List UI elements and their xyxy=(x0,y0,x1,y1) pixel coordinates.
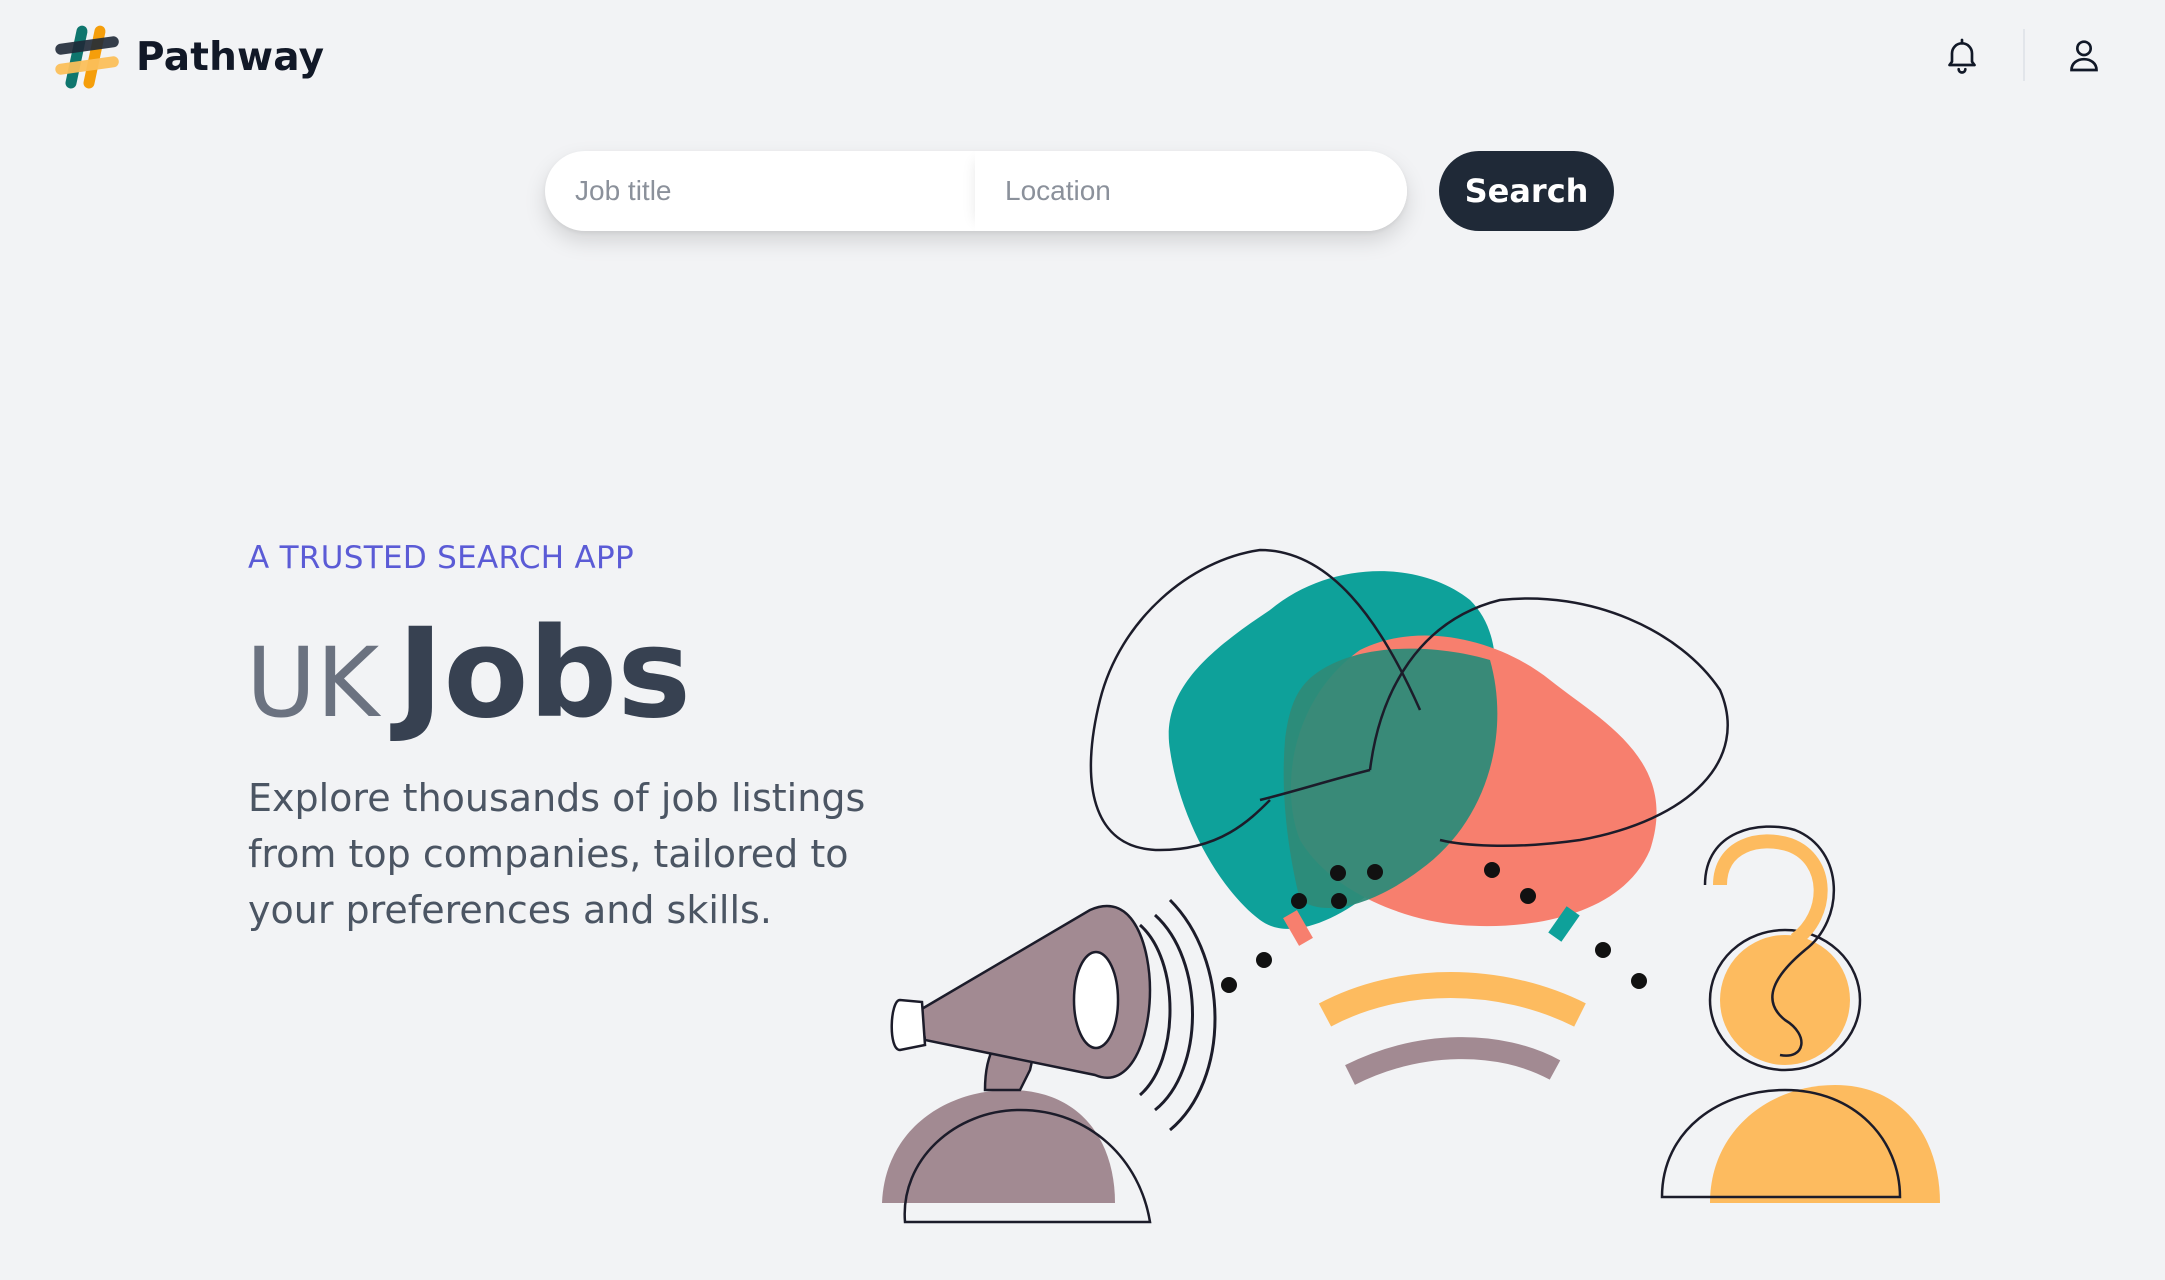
search-bar xyxy=(545,151,1407,231)
notifications-button[interactable] xyxy=(1929,22,1995,88)
hero-title-prefix: UK xyxy=(246,627,380,739)
hero-description: Explore thousands of job listings from t… xyxy=(248,776,866,932)
header-actions xyxy=(1929,22,2117,88)
hero-title-main: Jobs xyxy=(397,602,692,746)
brand[interactable]: Pathway xyxy=(52,22,324,92)
location-input[interactable] xyxy=(975,151,1407,231)
megaphone-and-listener-illustration xyxy=(882,548,1940,1224)
mauve-sound-arc xyxy=(1345,1037,1561,1085)
megaphone-handle xyxy=(890,998,927,1052)
hero-title: UK Jobs xyxy=(246,612,691,736)
page: Pathway Search A TRUSTED SEARCH APP UKJo… xyxy=(0,0,2165,1280)
brand-name: Pathway xyxy=(136,34,325,80)
listener-body xyxy=(1710,1085,1940,1203)
megaphone-mouth xyxy=(1072,950,1120,1050)
header-divider xyxy=(2023,29,2025,81)
user-icon xyxy=(2070,40,2098,72)
profile-button[interactable] xyxy=(2051,22,2117,88)
listener-ear-fill xyxy=(1713,834,1828,946)
search-button[interactable]: Search xyxy=(1439,151,1614,231)
megaphone-body-base xyxy=(882,1090,1115,1203)
bell-icon xyxy=(1948,38,1976,74)
yellow-sound-arc xyxy=(1318,972,1586,1027)
listener-head xyxy=(1720,935,1850,1065)
hashtag-logo-icon xyxy=(55,25,119,89)
hero-eyebrow: A TRUSTED SEARCH APP xyxy=(248,540,635,576)
sound-waves xyxy=(1139,898,1217,1132)
job-title-input[interactable] xyxy=(545,151,975,231)
